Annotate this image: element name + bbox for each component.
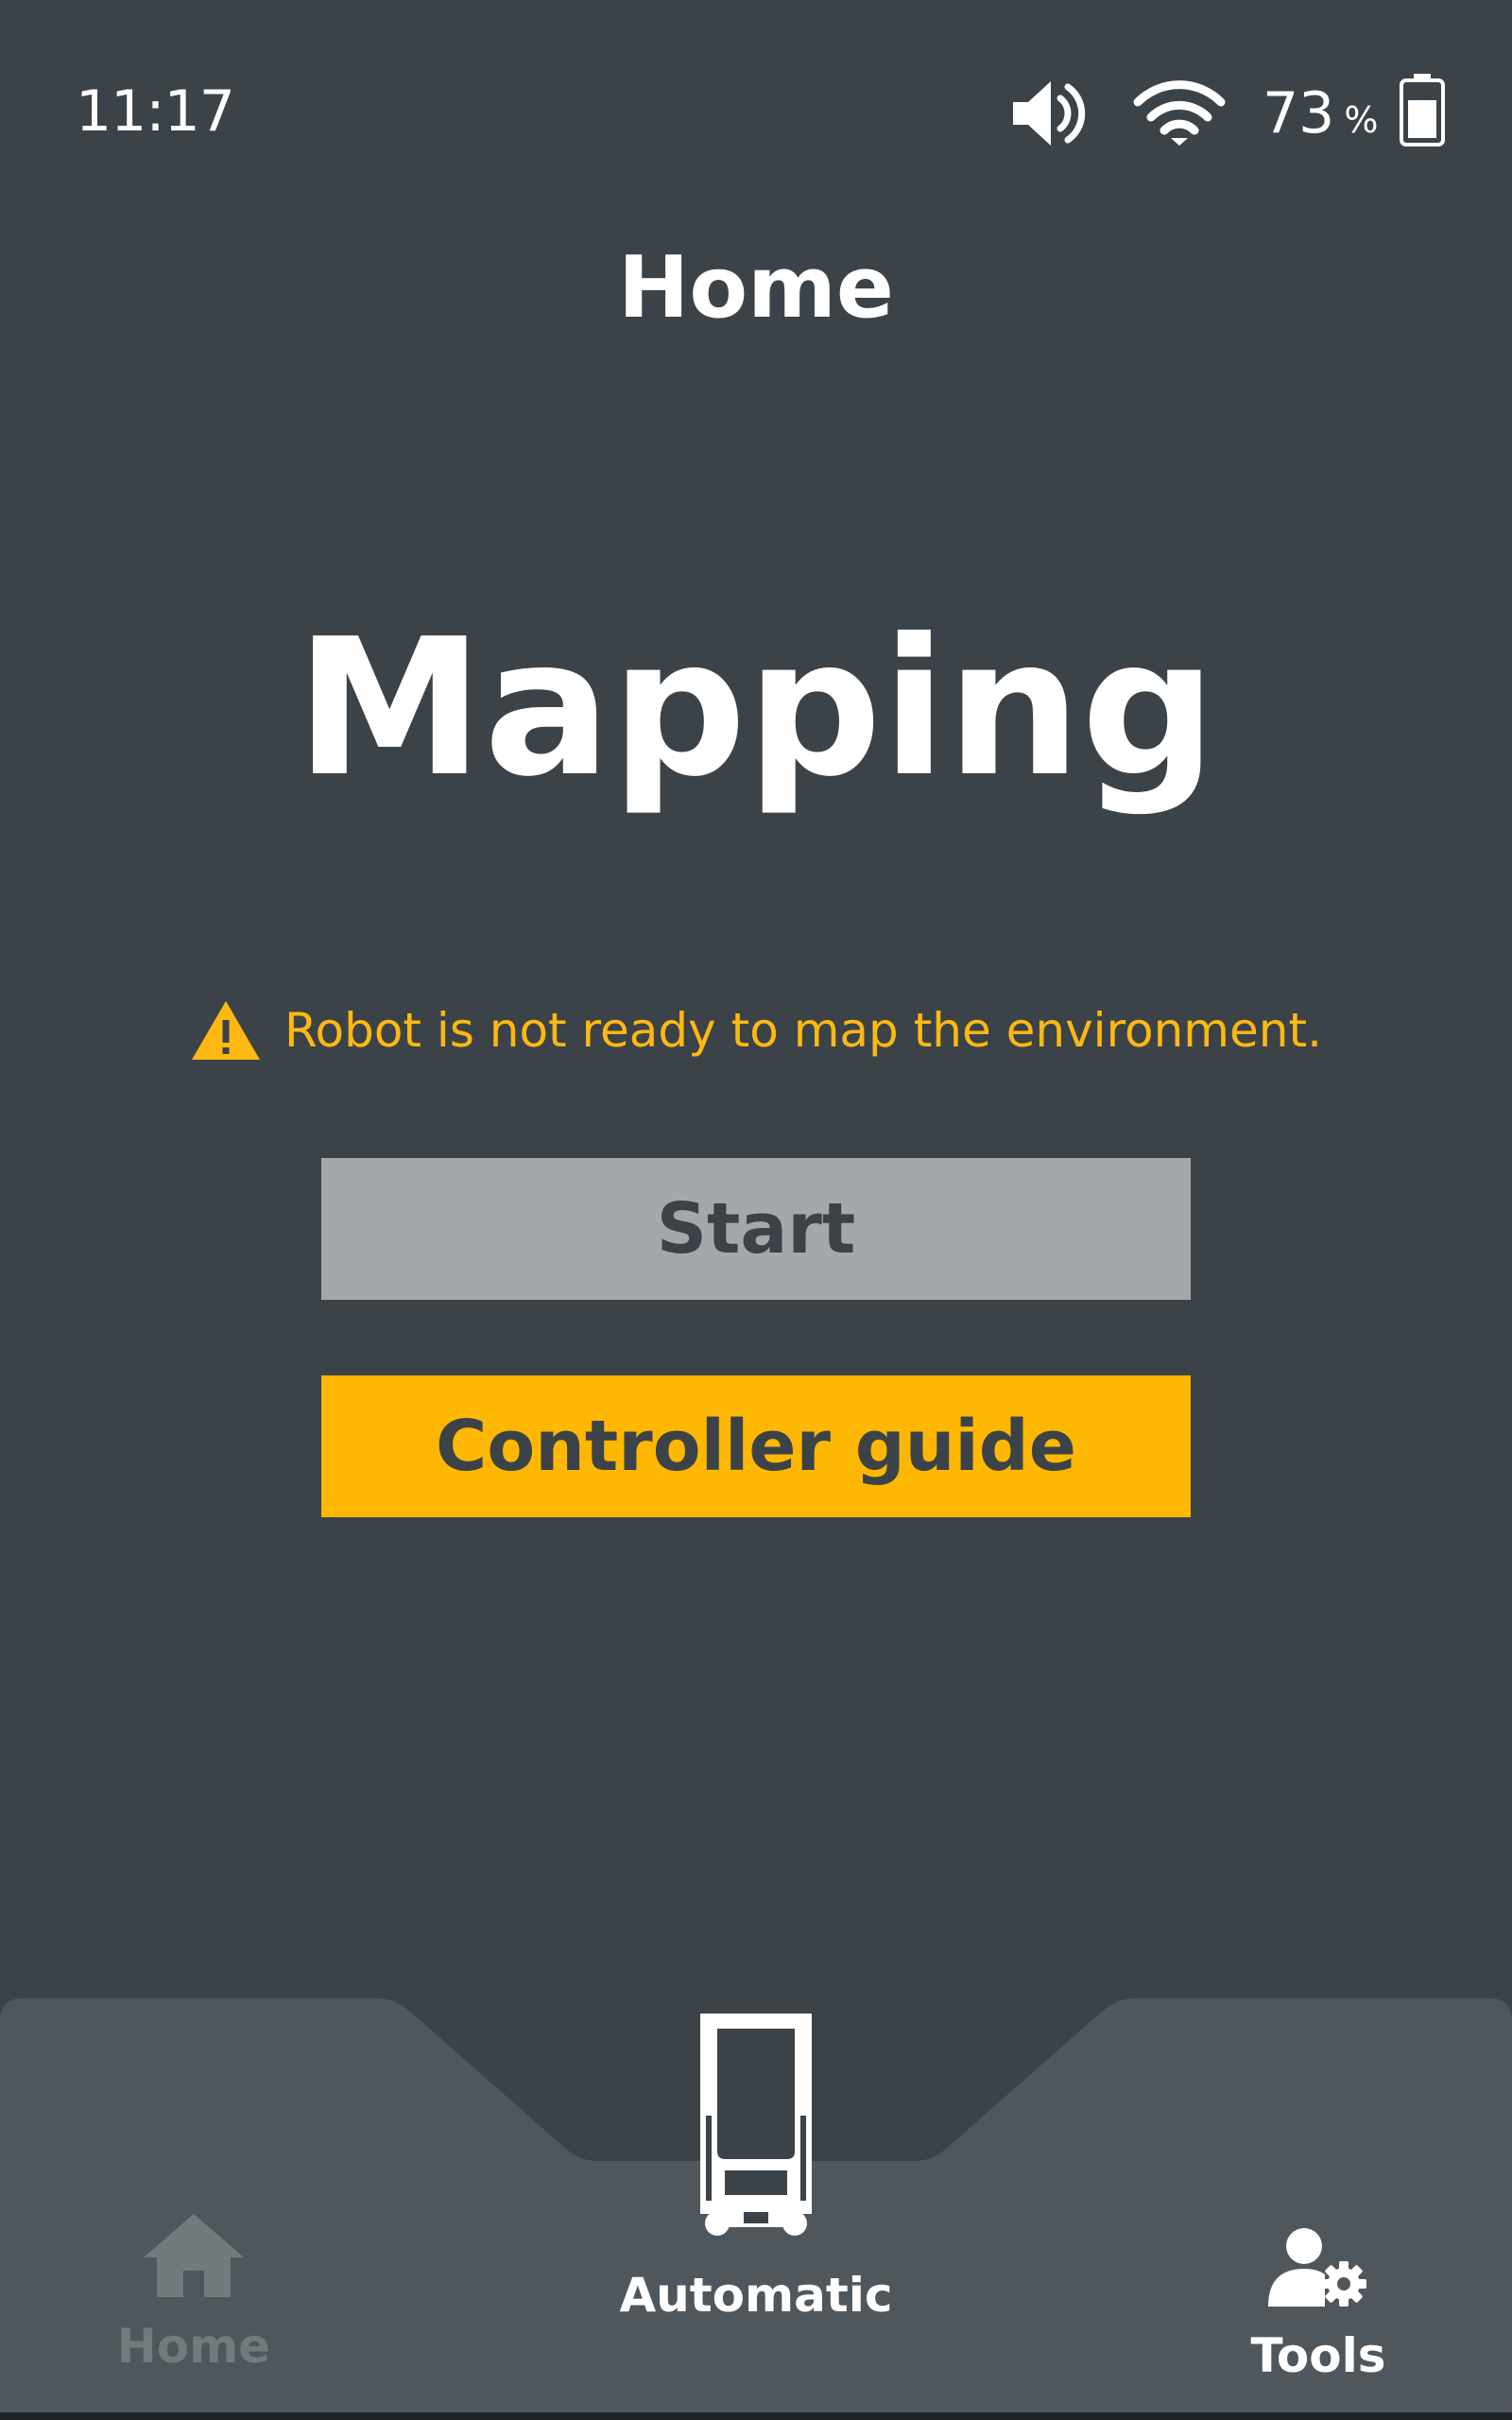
warning-icon: [192, 1001, 261, 1060]
status-time: 11:17: [76, 78, 235, 145]
battery-unit: %: [1344, 99, 1379, 141]
warning-text: Robot is not ready to map the environmen…: [284, 1003, 1322, 1058]
battery-level: 73: [1263, 80, 1335, 147]
volume-icon[interactable]: [1009, 78, 1087, 149]
start-button[interactable]: Start: [321, 1158, 1191, 1300]
battery-icon: [1400, 74, 1445, 147]
wifi-icon[interactable]: [1132, 79, 1227, 146]
bottom-divider: [0, 2412, 1512, 2420]
nav-automatic-label: Automatic: [619, 2268, 893, 2323]
status-bar: 11:17 73%: [0, 0, 1512, 227]
nav-home-label: Home: [116, 2319, 271, 2374]
user-settings-icon: [1268, 2228, 1366, 2307]
nav-home[interactable]: Home: [76, 2212, 312, 2375]
nav-tools[interactable]: Tools: [1219, 2227, 1418, 2384]
mode-title: Mapping: [295, 598, 1217, 819]
bottom-navigation: Home Automatic Tools: [0, 1985, 1512, 2420]
warning-message: Robot is not ready to map the environmen…: [0, 993, 1512, 1068]
battery-percentage: 73%: [1263, 79, 1378, 154]
nav-tools-label: Tools: [1250, 2328, 1386, 2383]
robot-icon: [700, 2014, 812, 2236]
home-icon: [144, 2214, 244, 2297]
controller-guide-button[interactable]: Controller guide: [321, 1375, 1191, 1517]
page-title: Home: [618, 238, 894, 337]
nav-automatic[interactable]: Automatic: [567, 2014, 945, 2324]
